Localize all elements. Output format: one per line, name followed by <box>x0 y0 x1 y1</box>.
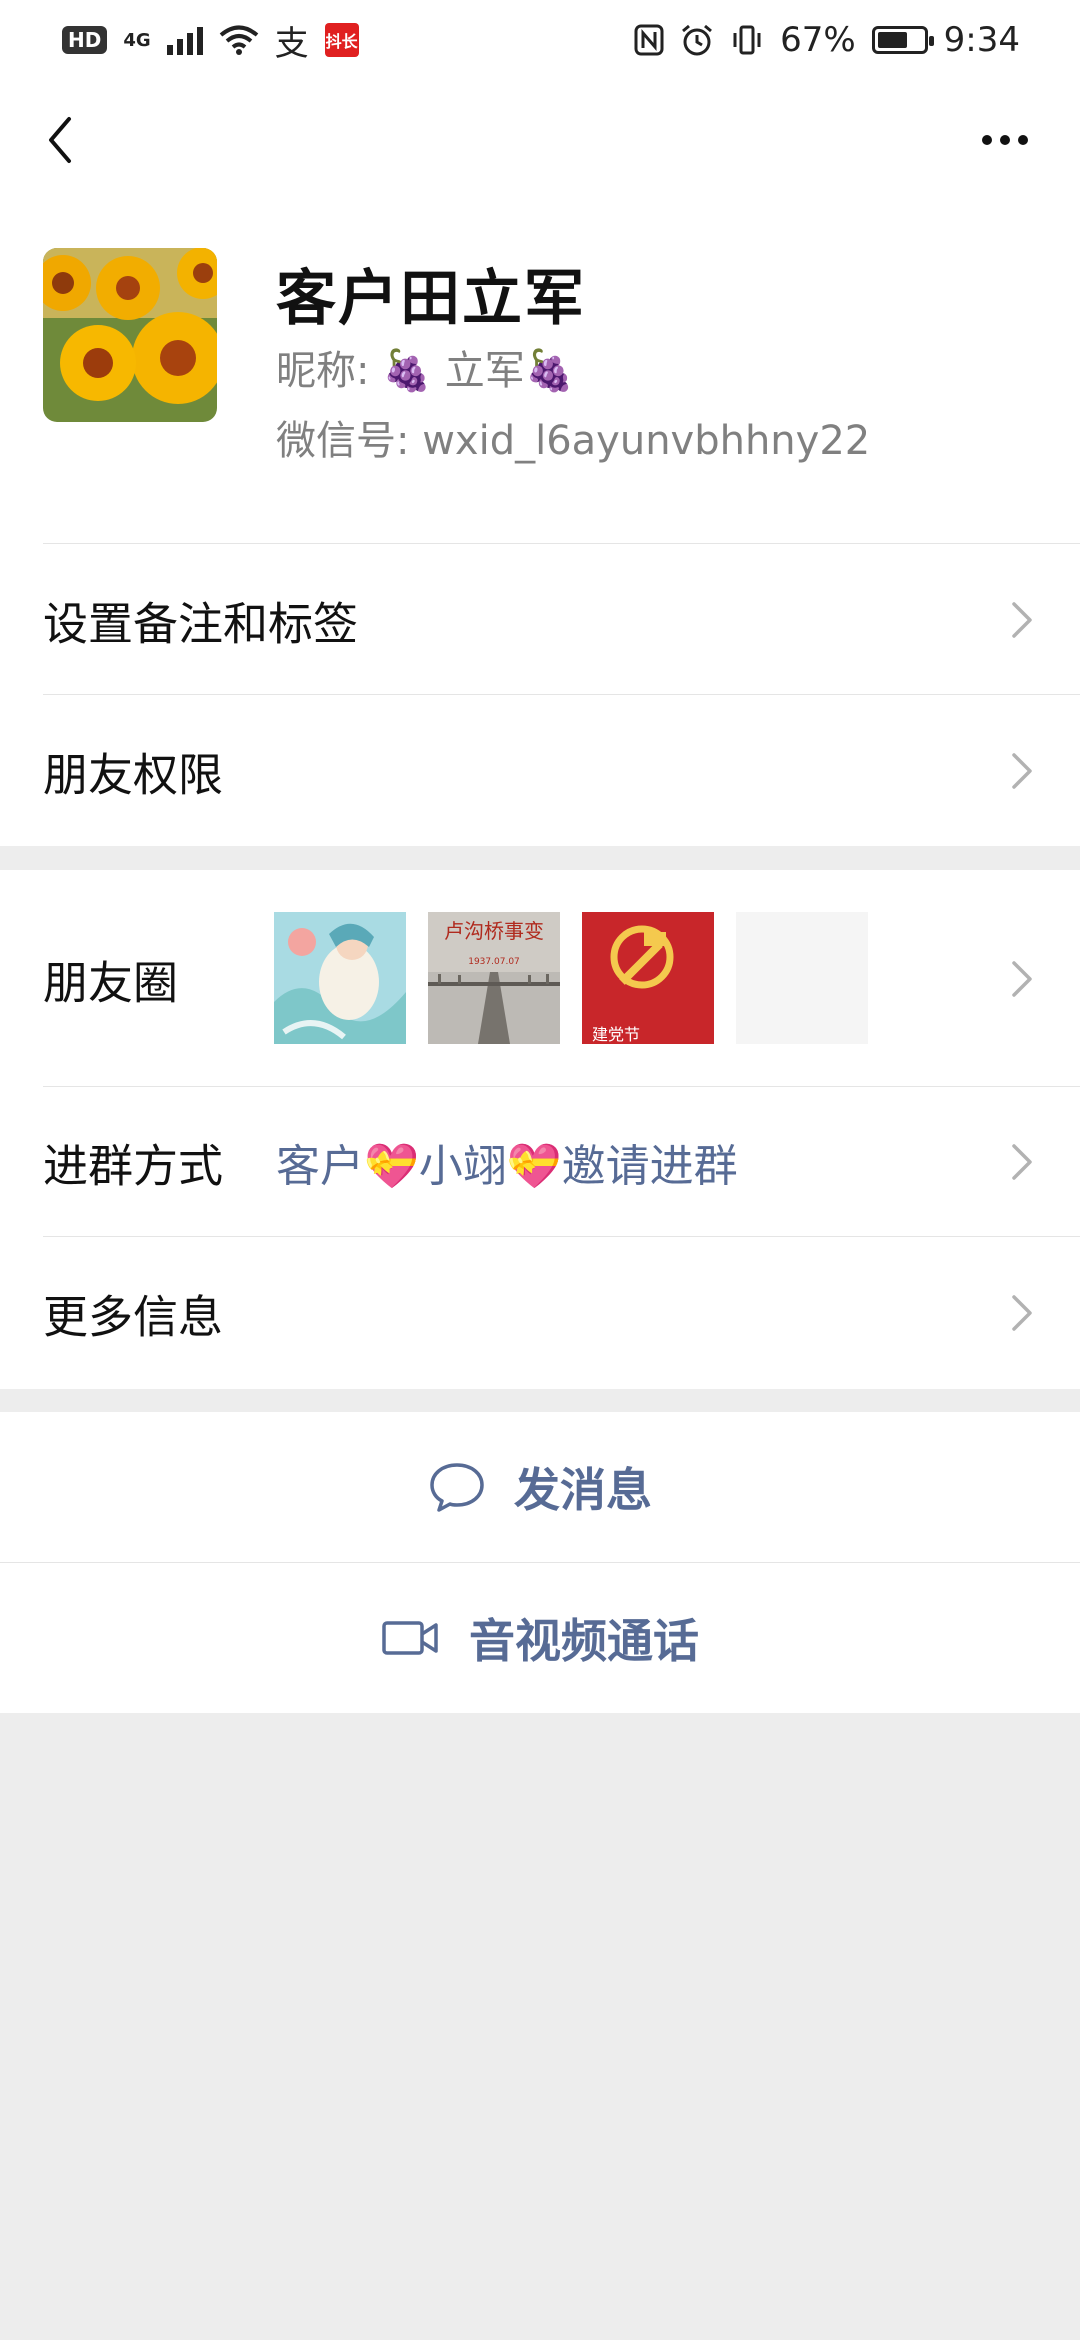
nav-bar <box>0 80 1080 200</box>
nfc-icon <box>634 24 664 56</box>
send-message-button[interactable]: 发消息 <box>0 1412 1080 1562</box>
chevron-right-icon <box>1012 960 1032 997</box>
moments-thumb-date: 1937.07.07 <box>468 957 520 967</box>
row-friend-permissions[interactable]: 朋友权限 <box>0 695 1080 846</box>
vibrate-icon <box>733 25 761 55</box>
moments-thumb: 卢沟桥事变 1937.07.07 <box>428 912 560 1044</box>
video-camera-icon <box>382 1621 438 1655</box>
chevron-right-icon <box>1012 752 1032 789</box>
clock: 9:34 <box>943 20 1020 60</box>
back-button[interactable] <box>30 110 90 170</box>
moments-thumb-placeholder <box>736 912 868 1044</box>
moments-thumb: 建党节 <box>582 912 714 1044</box>
profile-header: 客户田立军 昵称: 🍇 立军🍇 微信号: wxid_l6ayunvbhhny22 <box>0 200 1080 544</box>
row-label: 进群方式 <box>43 1139 224 1193</box>
video-call-button[interactable]: 音视频通话 <box>0 1563 1080 1713</box>
app-badge-icon: 抖长 <box>324 23 359 57</box>
network-type-label: 4G <box>123 29 151 51</box>
wechat-id-line: 微信号: wxid_l6ayunvbhhny22 <box>276 408 870 466</box>
chat-bubble-icon <box>430 1463 484 1512</box>
row-more-info[interactable]: 更多信息 <box>0 1237 1080 1389</box>
alipay-icon: 支 <box>274 23 309 64</box>
moments-thumb-caption: 建党节 <box>592 1025 640 1044</box>
chevron-left-icon <box>49 117 71 163</box>
row-moments[interactable]: 朋友圈 卢沟桥事变 1937.07.07 建党节 <box>0 870 1080 1087</box>
status-bar: HD 4G 支 抖长 67% 9:34 <box>0 0 1080 80</box>
battery-percent: 67% <box>780 20 856 60</box>
contact-display-name: 客户田立军 <box>276 264 586 334</box>
moments-thumb <box>274 912 406 1044</box>
moments-thumb-caption: 卢沟桥事变 <box>444 919 544 943</box>
row-label: 设置备注和标签 <box>43 597 359 650</box>
send-message-label: 发消息 <box>514 1463 652 1517</box>
more-horizontal-icon <box>982 135 992 145</box>
nickname-value: 🍇 立军🍇 <box>382 348 575 394</box>
alarm-icon <box>682 24 713 56</box>
wechat-id-value[interactable]: wxid_l6ayunvbhhny22 <box>422 418 870 464</box>
row-label: 朋友权限 <box>43 748 224 801</box>
video-call-label: 音视频通话 <box>469 1614 699 1668</box>
row-remark-tags[interactable]: 设置备注和标签 <box>0 544 1080 695</box>
moments-thumbnails: 卢沟桥事变 1937.07.07 建党节 <box>274 912 868 1044</box>
chevron-right-icon <box>1012 1295 1032 1331</box>
hd-icon: HD <box>62 26 108 54</box>
row-label: 朋友圈 <box>43 956 179 1009</box>
chevron-right-icon <box>1012 601 1032 638</box>
signal-icon <box>166 25 203 55</box>
row-label: 更多信息 <box>43 1290 224 1344</box>
wifi-icon <box>219 25 258 55</box>
wechat-id-label: 微信号: <box>276 418 410 464</box>
group-join-value: 客户💝小翊💝邀请进群 <box>276 1141 738 1192</box>
row-group-join-method[interactable]: 进群方式 客户💝小翊💝邀请进群 <box>0 1087 1080 1237</box>
avatar[interactable] <box>43 248 217 422</box>
nickname-label: 昵称: <box>276 348 370 394</box>
nickname-line: 昵称: 🍇 立军🍇 <box>276 338 575 396</box>
more-button[interactable] <box>970 110 1040 170</box>
battery-icon <box>871 26 934 54</box>
chevron-right-icon <box>1012 1144 1032 1180</box>
